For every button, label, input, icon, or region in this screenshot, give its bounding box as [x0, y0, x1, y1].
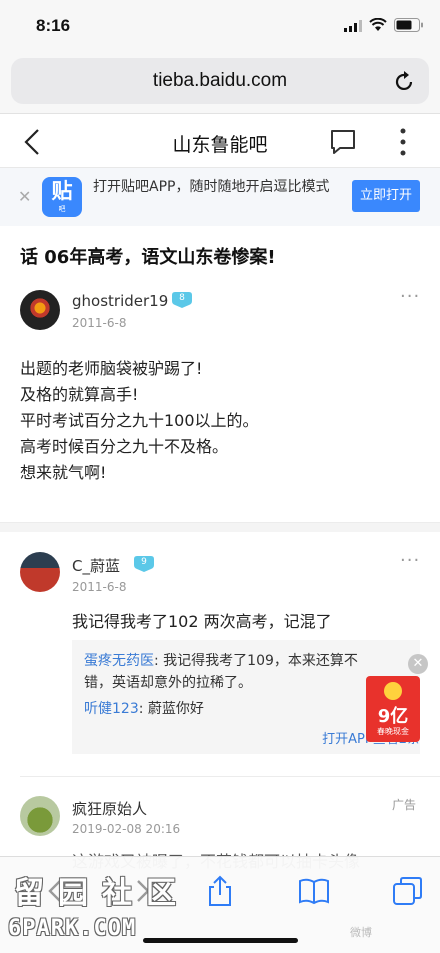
wifi-icon	[369, 18, 387, 31]
level-badge: 9	[134, 556, 154, 572]
home-indicator[interactable]	[143, 938, 298, 943]
red-packet-ad[interactable]: 9亿 春晚现金	[366, 676, 420, 742]
post-more-button[interactable]: ···	[400, 286, 420, 307]
more-vertical-icon[interactable]	[396, 127, 410, 157]
ad-badge: 广告	[392, 798, 417, 812]
post-body: 我记得我考了102 两次高考，记混了	[72, 612, 332, 631]
section-divider	[0, 522, 440, 532]
address-bar[interactable]: tieba.baidu.com	[11, 58, 429, 104]
avatar[interactable]	[20, 552, 60, 592]
open-app-button[interactable]: 立即打开	[352, 180, 420, 212]
post-date: 2019-02-08 20:16	[72, 822, 181, 836]
reload-icon[interactable]	[395, 70, 415, 92]
post-line: 高考时候百分之九十不及格。	[20, 437, 229, 456]
divider	[20, 776, 440, 777]
reply-text: : 蔚蓝你好	[138, 701, 204, 717]
post-username[interactable]: 疯狂原始人	[72, 798, 147, 819]
reply-author[interactable]: 听健123	[84, 701, 139, 717]
tieba-logo: 贴 吧	[42, 177, 82, 217]
status-time: 8:16	[36, 16, 71, 35]
post-body: 出题的老师脑袋被驴踢了! 及格的就算高手! 平时考试百分之九十100以上的。 高…	[20, 356, 259, 486]
bookmarks-icon[interactable]	[298, 875, 330, 907]
red-packet-amount: 9亿	[377, 706, 409, 727]
share-icon[interactable]	[204, 875, 236, 907]
forum-title: 山东鲁能吧	[172, 134, 268, 156]
cellular-signal-icon	[344, 20, 362, 32]
post-date: 2011-6-8	[72, 580, 127, 594]
tieba-logo-sub: 吧	[58, 205, 66, 213]
tabs-icon[interactable]	[392, 875, 424, 907]
post-username[interactable]: ghostrider19	[72, 292, 168, 310]
coin-icon	[384, 682, 402, 700]
thread-title: 话 06年高考，语文山东卷惨案!	[20, 247, 276, 268]
banner-text: 打开贴吧APP，随时随地开启逗比模式	[93, 179, 330, 195]
post-line: 及格的就算高手!	[20, 385, 139, 404]
browser-chrome: tieba.baidu.com	[0, 54, 440, 114]
close-icon[interactable]: ✕	[18, 187, 31, 206]
avatar[interactable]	[20, 796, 60, 836]
avatar[interactable]	[20, 290, 60, 330]
reply-author[interactable]: 蛋疼无药医	[84, 653, 154, 669]
reply-item[interactable]: 听健123: 蔚蓝你好	[84, 698, 204, 720]
status-bar: 8:16	[0, 0, 440, 54]
watermark-site-name: 留园社区	[14, 876, 190, 911]
post-line: 平时考试百分之九十100以上的。	[20, 411, 259, 430]
app-download-banner: ✕ 贴 吧 打开贴吧APP，随时随地开启逗比模式 立即打开	[0, 168, 440, 226]
post-more-button[interactable]: ···	[400, 550, 420, 571]
level-badge: 8	[172, 292, 192, 308]
tieba-logo-char: 贴	[51, 179, 73, 203]
battery-icon	[394, 18, 423, 32]
watermark-site-url: 6PARK.COM	[8, 916, 137, 941]
post-line: 想来就气啊!	[20, 463, 107, 482]
post-date: 2011-6-8	[72, 316, 127, 330]
comment-icon[interactable]	[330, 129, 356, 155]
post-username[interactable]: C_蔚蓝	[72, 555, 120, 576]
level-number: 9	[141, 557, 147, 567]
close-icon[interactable]: ✕	[408, 654, 428, 674]
address-url[interactable]: tieba.baidu.com	[11, 70, 429, 92]
level-number: 8	[179, 293, 185, 303]
watermark-weibo: 微博	[350, 926, 372, 939]
red-packet-caption: 春晚现金	[377, 727, 409, 736]
post-line: 出题的老师脑袋被驴踢了!	[20, 359, 203, 378]
reply-item[interactable]: 蛋疼无药医: 我记得我考了109，本来还算不错，英语却意外的拉稀了。	[84, 650, 374, 694]
page-header: 山东鲁能吧	[0, 116, 440, 168]
